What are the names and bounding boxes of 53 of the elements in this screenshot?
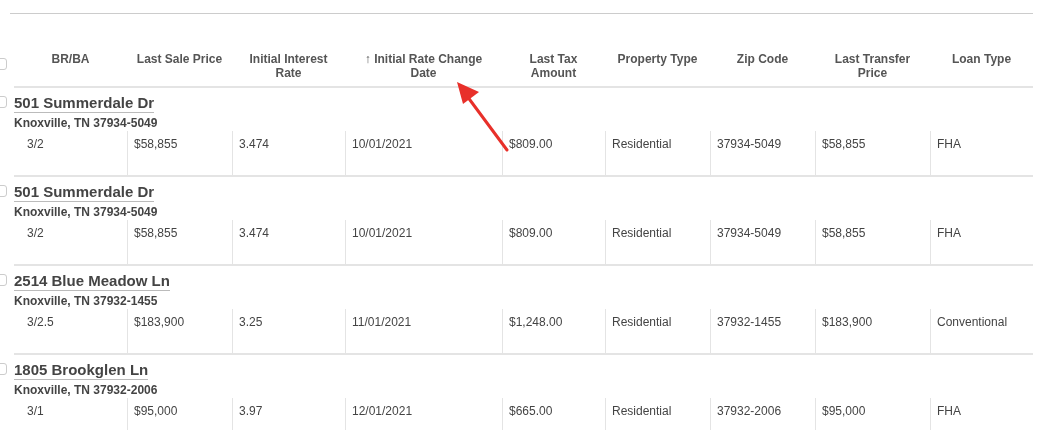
table-cell-text: 3/1 (26, 403, 45, 420)
table-cell: $95,000 (127, 398, 232, 430)
table-cell: Residential (605, 398, 710, 430)
column-header[interactable]: Zip Code (710, 52, 815, 82)
table-cell-text: 3/2 (26, 225, 45, 242)
table-cell: 37934-5049 (710, 131, 815, 175)
table-cell: 37934-5049 (710, 220, 815, 264)
table-cell: $58,855 (815, 220, 930, 264)
table-cell: 10/01/2021 (345, 131, 502, 175)
address-link[interactable]: 501 Summerdale Dr (14, 183, 155, 202)
city-text: Knoxville, TN 37934-5049 (14, 116, 159, 131)
table-cell: $58,855 (127, 220, 232, 264)
column-header[interactable]: Property Type (605, 52, 710, 82)
table-cell: 37932-1455 (710, 309, 815, 353)
column-header[interactable]: Last Transfer Price (815, 52, 930, 82)
address-link[interactable]: 1805 Brookglen Ln (14, 361, 149, 380)
table-cell: $183,900 (127, 309, 232, 353)
city-text: Knoxville, TN 37932-1455 (14, 294, 159, 309)
column-header[interactable]: Loan Type (930, 52, 1033, 82)
table-cell: FHA (930, 131, 1033, 175)
table-cell: $665.00 (502, 398, 605, 430)
table-cell: 12/01/2021 (345, 398, 502, 430)
city-text: Knoxville, TN 37934-5049 (14, 205, 159, 220)
table-cell: $809.00 (502, 220, 605, 264)
table-cell: Residential (605, 309, 710, 353)
table-cell-text: 3/2.5 (26, 314, 55, 331)
column-header[interactable]: Last Tax Amount (502, 52, 605, 82)
table-cell: 3.25 (232, 309, 345, 353)
city-text: Knoxville, TN 37932-2006 (14, 383, 159, 398)
table-cell: $183,900 (815, 309, 930, 353)
table-cell: 3.474 (232, 131, 345, 175)
column-header[interactable]: ↑ Initial Rate Change Date (345, 52, 502, 82)
column-header[interactable]: Last Sale Price (127, 52, 232, 82)
table-cell: Residential (605, 131, 710, 175)
address-link[interactable]: 501 Summerdale Dr (14, 94, 155, 113)
table-cell: 37932-2006 (710, 398, 815, 430)
table-cell: Residential (605, 220, 710, 264)
table-cell: 10/01/2021 (345, 220, 502, 264)
table-cell: FHA (930, 398, 1033, 430)
table-cell: $58,855 (815, 131, 930, 175)
table-cell: $95,000 (815, 398, 930, 430)
table-cell: FHA (930, 220, 1033, 264)
table-cell: 3.97 (232, 398, 345, 430)
table-cell-text: 3/2 (26, 136, 45, 153)
table-cell: Conventional (930, 309, 1033, 353)
table-cell: $58,855 (127, 131, 232, 175)
address-link[interactable]: 2514 Blue Meadow Ln (14, 272, 170, 291)
table-cell: 3.474 (232, 220, 345, 264)
column-header[interactable]: Initial Interest Rate (232, 52, 345, 82)
table-cell: $809.00 (502, 131, 605, 175)
column-header[interactable]: BR/BA (14, 52, 127, 82)
table-cell: 11/01/2021 (345, 309, 502, 353)
table-cell: $1,248.00 (502, 309, 605, 353)
